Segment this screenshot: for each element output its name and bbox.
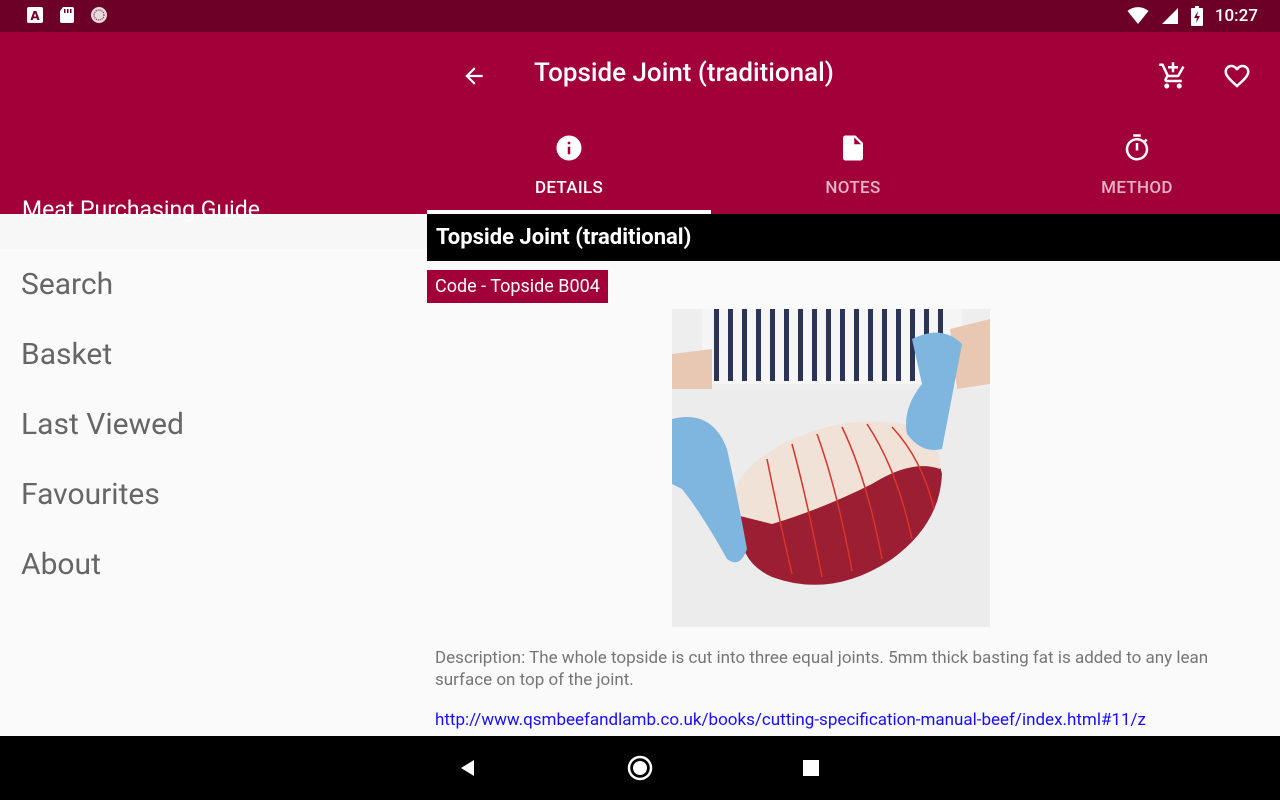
drawer-item-about[interactable]: About [21, 547, 101, 582]
clock: 10:27 [1214, 6, 1258, 26]
info-icon [556, 135, 582, 161]
back-button[interactable] [456, 58, 492, 94]
tab-method[interactable]: METHOD [995, 128, 1279, 214]
triangle-back-icon [461, 760, 474, 776]
drawer-item-search[interactable]: Search [21, 267, 113, 302]
wifi-icon [1127, 7, 1149, 24]
heart-icon [1224, 64, 1250, 88]
system-nav-bar [0, 736, 1280, 800]
drawer-item-last-viewed[interactable]: Last Viewed [21, 407, 184, 442]
nav-recents-button[interactable] [797, 754, 825, 782]
tab-details[interactable]: DETAILS [427, 128, 711, 214]
add-to-cart-icon [1159, 62, 1185, 89]
tab-label: DETAILS [534, 178, 604, 198]
details-content: Topside Joint (traditional) Code - Topsi… [427, 214, 1280, 736]
product-banner: Topside Joint (traditional) [427, 214, 1280, 261]
a-icon: A [27, 7, 43, 23]
product-description: Description: The whole topside is cut in… [435, 648, 1209, 690]
file-icon [843, 135, 863, 161]
navigation-drawer: Search Basket Last Viewed Favourites Abo… [0, 249, 427, 736]
home-circle-icon [627, 755, 653, 781]
product-code-badge: Code - Topside B004 [427, 270, 608, 303]
drawer-item-favourites[interactable]: Favourites [21, 477, 160, 512]
square-recents-icon [803, 760, 819, 776]
drawer-item-basket[interactable]: Basket [21, 337, 112, 372]
timer-icon [1125, 134, 1149, 161]
nav-home-button[interactable] [626, 754, 654, 782]
sd-card-icon [60, 7, 74, 23]
tab-notes[interactable]: NOTES [711, 128, 995, 214]
tab-label: METHOD [1101, 178, 1173, 198]
add-to-cart-button[interactable] [1155, 58, 1191, 94]
specification-link[interactable]: http://www.qsmbeefandlamb.co.uk/books/cu… [435, 710, 1146, 730]
drawer-title: Meat Purchasing Guide [22, 196, 260, 223]
svg-text:A: A [30, 9, 40, 23]
favourite-button[interactable] [1219, 58, 1255, 94]
battery-charging-icon [1190, 6, 1203, 26]
status-bar: A 10:27 [0, 0, 1280, 32]
circle-icon [91, 7, 107, 23]
tab-label: NOTES [825, 178, 881, 198]
signal-icon [1161, 8, 1178, 24]
product-name: Topside Joint (traditional) [436, 225, 692, 250]
nav-back-button[interactable] [454, 754, 482, 782]
arrow-back-icon [465, 67, 483, 85]
page-title: Topside Joint (traditional) [534, 58, 834, 88]
product-photo [672, 309, 990, 627]
